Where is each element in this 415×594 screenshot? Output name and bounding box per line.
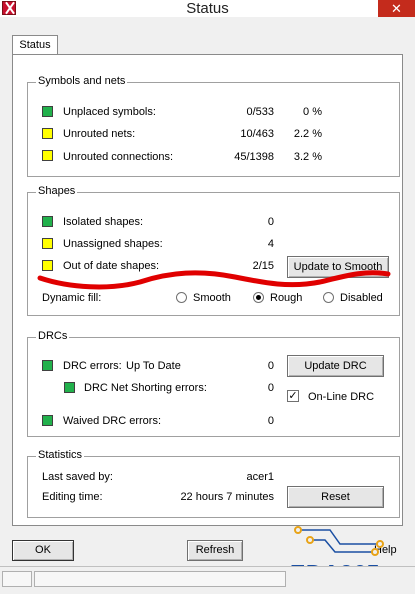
isolated-shapes-status-indicator [42,216,53,227]
editing-time-label: Editing time: [42,491,103,503]
isolated-shapes-label: Isolated shapes: [63,216,144,228]
symbols-and-nets-title: Symbols and nets [36,75,128,87]
dynamic-fill-label: Dynamic fill: [42,292,102,304]
status-bar-segment-2 [34,571,286,587]
update-drc-button[interactable]: Update DRC [287,355,384,377]
rough-radio[interactable] [253,292,264,303]
status-bar-segment-1 [2,571,32,587]
unassigned-shapes-label: Unassigned shapes: [63,238,163,250]
drc-errors-status-indicator [42,360,53,371]
drc-errors-up-to-date: Up To Date [126,360,181,372]
smooth-radio[interactable] [176,292,187,303]
unrouted-nets-label: Unrouted nets: [63,128,136,140]
unrouted-connections-status-indicator [42,150,53,161]
refresh-button[interactable]: Refresh [187,540,243,561]
drc-errors-label: DRC errors: [63,360,122,372]
out-of-date-shapes-count: 2/15 [252,260,274,272]
close-button[interactable]: ✕ [378,0,415,17]
smooth-radio-label[interactable]: Smooth [193,292,231,305]
shapes-title: Shapes [36,185,78,197]
circuit-trace-icon [294,526,384,556]
reset-button[interactable]: Reset [287,486,384,508]
status-bar [0,566,415,594]
update-to-smooth-button[interactable]: Update to Smooth [287,256,389,278]
tab-status[interactable]: Status [12,35,58,55]
unplaced-symbols-percent: 0 % [303,106,322,118]
online-drc-label[interactable]: On-Line DRC [308,391,374,404]
disabled-radio-label[interactable]: Disabled [340,292,383,305]
drc-net-shorting-status-indicator [64,382,75,393]
waived-drc-label: Waived DRC errors: [63,415,161,427]
last-saved-label: Last saved by: [42,471,113,483]
unrouted-connections-count: 45/1398 [234,151,274,163]
drc-errors-count: 0 [267,360,274,372]
ok-button[interactable]: OK [12,540,74,561]
drcs-title: DRCs [36,330,70,342]
online-drc-checkbox[interactable]: ✓ [287,390,299,402]
editing-time-value: 22 hours 7 minutes [180,491,274,503]
last-saved-value: acer1 [246,471,274,483]
unrouted-nets-count: 10/463 [240,128,274,140]
unrouted-nets-status-indicator [42,128,53,139]
unrouted-connections-label: Unrouted connections: [63,151,174,163]
unassigned-shapes-count: 4 [267,238,274,250]
rough-radio-label[interactable]: Rough [270,292,302,305]
unassigned-shapes-status-indicator [42,238,53,249]
unplaced-symbols-status-indicator [42,106,53,117]
waived-drc-status-indicator [42,415,53,426]
drc-net-shorting-label: DRC Net Shorting errors: [84,382,207,394]
unrouted-connections-percent: 3.2 % [293,151,322,163]
isolated-shapes-count: 0 [267,216,274,228]
out-of-date-shapes-status-indicator [42,260,53,271]
statistics-title: Statistics [36,449,85,461]
disabled-radio[interactable] [323,292,334,303]
waived-drc-count: 0 [267,415,274,427]
unplaced-symbols-label: Unplaced symbols: [63,106,156,118]
title-bar: Status ✕ [0,0,415,17]
unplaced-symbols-count: 0/533 [246,106,274,118]
window-title: Status [186,0,229,17]
unrouted-nets-percent: 2.2 % [293,128,322,140]
drc-net-shorting-count: 0 [267,382,274,394]
out-of-date-shapes-label: Out of date shapes: [63,260,160,272]
